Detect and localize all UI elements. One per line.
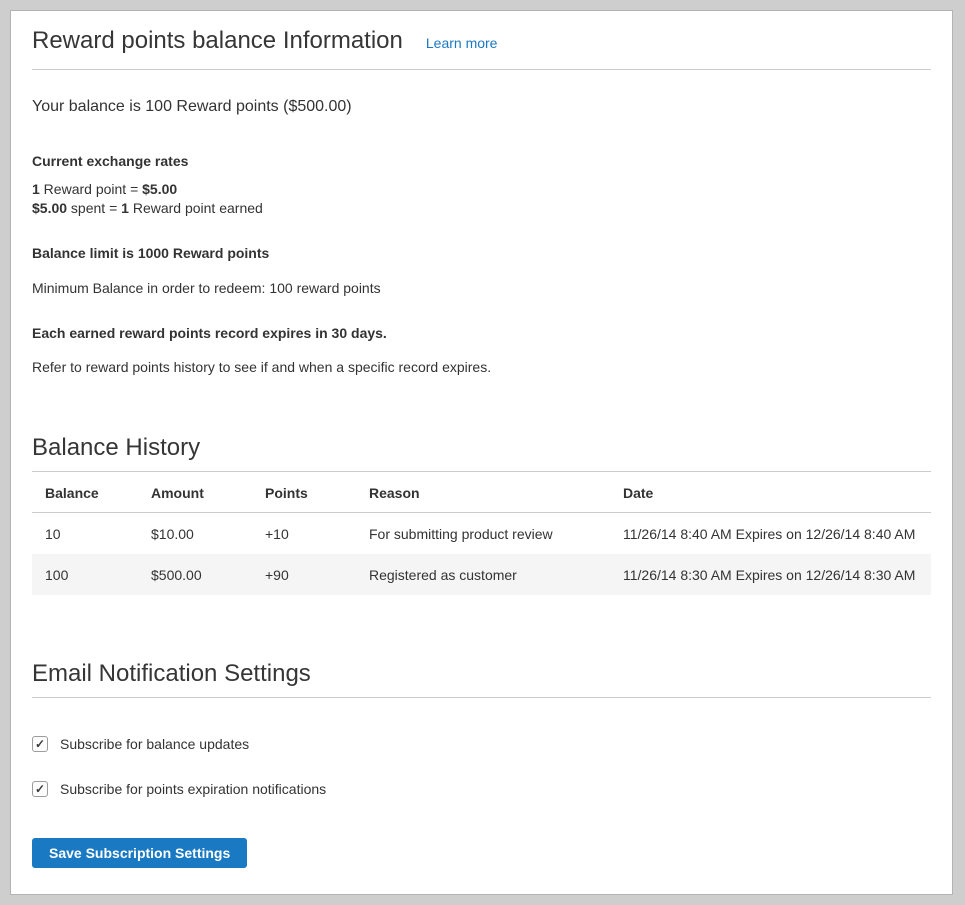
spend-mid-text: spent = [67, 200, 121, 216]
balance-history-table: Balance Amount Points Reason Date 10 $10… [32, 472, 931, 595]
balance-history-heading: Balance History [32, 433, 931, 472]
email-settings-heading: Email Notification Settings [32, 659, 931, 698]
rate-points-value: 1 [32, 181, 40, 197]
balance-updates-label[interactable]: Subscribe for balance updates [60, 736, 249, 752]
expiration-hint: Refer to reward points history to see if… [32, 358, 931, 377]
cell-date: 11/26/14 8:40 AM Expires on 12/26/14 8:4… [623, 513, 931, 555]
page-header: Reward points balance Information Learn … [32, 11, 931, 70]
points-expiration-checkbox[interactable]: ✓ [32, 781, 48, 797]
column-header-balance: Balance [32, 472, 151, 513]
page-title: Reward points balance Information [32, 26, 403, 56]
balance-updates-option: ✓ Subscribe for balance updates [32, 736, 931, 752]
cell-reason: For submitting product review [369, 513, 623, 555]
column-header-reason: Reason [369, 472, 623, 513]
cell-amount: $500.00 [151, 554, 265, 595]
cell-date: 11/26/14 8:30 AM Expires on 12/26/14 8:3… [623, 554, 931, 595]
cell-balance: 100 [32, 554, 151, 595]
column-header-amount: Amount [151, 472, 265, 513]
cell-reason: Registered as customer [369, 554, 623, 595]
reward-points-card: Reward points balance Information Learn … [10, 10, 953, 895]
save-subscription-button[interactable]: Save Subscription Settings [32, 838, 247, 868]
column-header-points: Points [265, 472, 369, 513]
cell-balance: 10 [32, 513, 151, 555]
points-expiration-label[interactable]: Subscribe for points expiration notifica… [60, 781, 326, 797]
learn-more-link[interactable]: Learn more [426, 35, 498, 51]
balance-updates-checkbox[interactable]: ✓ [32, 736, 48, 752]
minimum-redeem-note: Minimum Balance in order to redeem: 100 … [32, 279, 931, 298]
cell-amount: $10.00 [151, 513, 265, 555]
balance-limit-note: Balance limit is 1000 Reward points [32, 244, 931, 263]
cell-points: +90 [265, 554, 369, 595]
rate-mid-text: Reward point = [40, 181, 142, 197]
column-header-date: Date [623, 472, 931, 513]
rate-points-to-currency: 1 Reward point = $5.00 [32, 180, 931, 199]
exchange-rates: 1 Reward point = $5.00 $5.00 spent = 1 R… [32, 180, 931, 218]
earned-suffix-text: Reward point earned [129, 200, 263, 216]
balance-summary: Your balance is 100 Reward points ($500.… [32, 97, 931, 117]
spend-amount-value: $5.00 [32, 200, 67, 216]
expiration-note: Each earned reward points record expires… [32, 324, 931, 343]
points-expiration-option: ✓ Subscribe for points expiration notifi… [32, 781, 931, 797]
table-row: 100 $500.00 +90 Registered as customer 1… [32, 554, 931, 595]
exchange-rates-heading: Current exchange rates [32, 152, 931, 171]
checkmark-icon: ✓ [35, 783, 45, 795]
rate-amount-value: $5.00 [142, 181, 177, 197]
table-header-row: Balance Amount Points Reason Date [32, 472, 931, 513]
earned-points-value: 1 [121, 200, 129, 216]
table-row: 10 $10.00 +10 For submitting product rev… [32, 513, 931, 555]
cell-points: +10 [265, 513, 369, 555]
rate-currency-to-points: $5.00 spent = 1 Reward point earned [32, 199, 931, 218]
checkmark-icon: ✓ [35, 738, 45, 750]
